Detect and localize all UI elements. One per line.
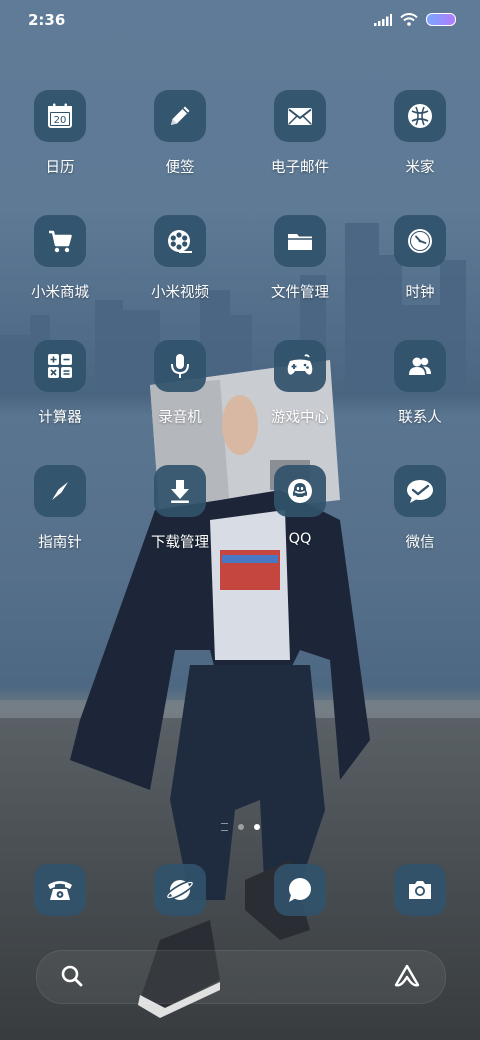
clock-icon: [408, 229, 432, 253]
dock-camera[interactable]: [360, 864, 480, 916]
search-bar[interactable]: [36, 950, 446, 1004]
dock-phone[interactable]: [0, 864, 120, 916]
app-label: 联系人: [398, 410, 442, 426]
app-label: 电子邮件: [271, 160, 329, 176]
app-game-center[interactable]: 游戏中心: [240, 340, 360, 465]
compass-icon: [52, 482, 68, 500]
microphone-icon: [171, 354, 189, 378]
page-dot: [237, 824, 244, 830]
battery-icon: [426, 13, 456, 26]
app-label: QQ: [288, 531, 312, 547]
browser-icon: [165, 880, 195, 900]
film-reel-icon: [168, 230, 192, 253]
dock-messages[interactable]: [240, 864, 360, 916]
dock-browser[interactable]: [120, 864, 240, 916]
status-bar: 2:36: [0, 0, 480, 40]
wechat-icon: [407, 480, 433, 503]
app-label: 便签: [165, 160, 195, 176]
feed-page-indicator: [220, 823, 228, 831]
app-label: 下载管理: [151, 535, 209, 551]
phone-icon: [48, 881, 72, 900]
gamepad-icon: [287, 354, 313, 375]
wifi-icon: [400, 13, 418, 26]
status-time: 2:36: [28, 11, 66, 29]
message-icon: [289, 878, 311, 902]
app-label: 文件管理: [271, 285, 329, 301]
app-label: 小米视频: [151, 285, 209, 301]
app-calendar[interactable]: 20 日历: [0, 90, 120, 215]
app-label: 微信: [405, 535, 435, 551]
app-grid: 20 日历 便签 电子邮件 米家 小米商城 小米视频 文件管理 时钟 计算器 录…: [0, 90, 480, 590]
mail-icon: [288, 108, 312, 125]
app-label: 米家: [405, 160, 435, 176]
dock: [0, 864, 480, 916]
app-mi-store[interactable]: 小米商城: [0, 215, 120, 340]
app-mi-video[interactable]: 小米视频: [120, 215, 240, 340]
download-icon: [171, 480, 189, 503]
calculator-icon: [48, 354, 72, 378]
app-label: 指南针: [38, 535, 82, 551]
app-label: 小米商城: [31, 285, 89, 301]
app-recorder[interactable]: 录音机: [120, 340, 240, 465]
app-calculator[interactable]: 计算器: [0, 340, 120, 465]
app-row: 指南针 下载管理 QQ 微信: [0, 465, 480, 590]
page-indicator[interactable]: [0, 823, 480, 831]
app-qq[interactable]: QQ: [240, 465, 360, 590]
qq-icon: [288, 479, 312, 503]
app-contacts[interactable]: 联系人: [360, 340, 480, 465]
app-notes[interactable]: 便签: [120, 90, 240, 215]
signal-icon: [374, 13, 392, 26]
app-email[interactable]: 电子邮件: [240, 90, 360, 215]
page-dot-active: [253, 824, 260, 830]
app-compass[interactable]: 指南针: [0, 465, 120, 590]
contacts-icon: [409, 357, 431, 375]
app-label: 游戏中心: [271, 410, 329, 426]
app-row: 20 日历 便签 电子邮件 米家: [0, 90, 480, 215]
folder-icon: [288, 234, 312, 250]
calendar-day: 20: [54, 115, 67, 126]
app-label: 录音机: [158, 410, 202, 426]
app-row: 计算器 录音机 游戏中心 联系人: [0, 340, 480, 465]
assistant-icon[interactable]: [393, 963, 421, 989]
app-mijia[interactable]: 米家: [360, 90, 480, 215]
app-label: 日历: [45, 160, 75, 176]
app-label: 计算器: [38, 410, 82, 426]
app-label: 时钟: [405, 285, 435, 301]
pencil-icon: [171, 106, 190, 125]
search-icon[interactable]: [59, 963, 85, 989]
app-downloads[interactable]: 下载管理: [120, 465, 240, 590]
camera-icon: [409, 881, 431, 899]
app-wechat[interactable]: 微信: [360, 465, 480, 590]
cart-icon: [49, 230, 72, 253]
app-row: 小米商城 小米视频 文件管理 时钟: [0, 215, 480, 340]
calendar-icon: 20: [48, 103, 72, 128]
app-clock[interactable]: 时钟: [360, 215, 480, 340]
mijia-icon: [408, 104, 432, 128]
app-file-manager[interactable]: 文件管理: [240, 215, 360, 340]
